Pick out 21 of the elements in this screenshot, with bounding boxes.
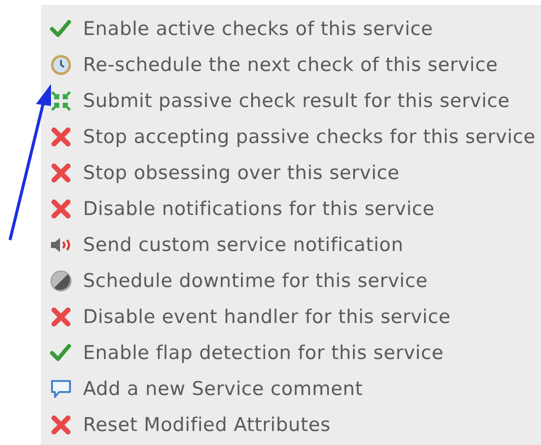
cross-icon bbox=[49, 125, 73, 149]
command-link[interactable]: Stop accepting passive checks for this service bbox=[83, 126, 536, 148]
command-link[interactable]: Re-schedule the next check of this service bbox=[83, 54, 498, 76]
command-link[interactable]: Stop obsessing over this service bbox=[83, 162, 400, 184]
command-link[interactable]: Send custom service notification bbox=[83, 234, 404, 256]
command-link[interactable]: Enable flap detection for this service bbox=[83, 342, 444, 364]
command-link[interactable]: Schedule downtime for this service bbox=[83, 270, 428, 292]
clock-icon bbox=[49, 53, 73, 77]
speech-bubble-icon bbox=[49, 377, 73, 401]
command-link[interactable]: Reset Modified Attributes bbox=[83, 414, 331, 436]
command-link[interactable]: Disable event handler for this service bbox=[83, 306, 451, 328]
command-link[interactable]: Disable notifications for this service bbox=[83, 198, 435, 220]
command-link[interactable]: Enable active checks of this service bbox=[83, 18, 434, 40]
disc-icon bbox=[49, 269, 73, 293]
cross-icon bbox=[49, 161, 73, 185]
cross-icon bbox=[49, 305, 73, 329]
command-link[interactable]: Add a new Service comment bbox=[83, 378, 363, 400]
arrows-icon bbox=[49, 89, 73, 113]
command-link[interactable]: Submit passive check result for this service bbox=[83, 90, 510, 112]
cross-icon bbox=[49, 197, 73, 221]
cross-icon bbox=[49, 413, 73, 437]
